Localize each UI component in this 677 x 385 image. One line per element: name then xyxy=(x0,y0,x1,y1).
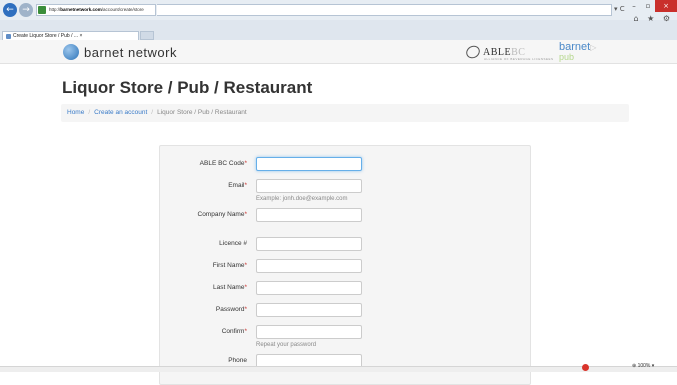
able-bc-logo-icon xyxy=(463,43,483,61)
registration-form: ABLE BC Code* Email* Example: jonh.doe@e… xyxy=(159,145,531,385)
breadcrumb: Home / Create an account / Liquor Store / Pu… xyxy=(61,104,629,122)
licence-label: Licence # xyxy=(219,240,247,247)
barnet-pub-logo[interactable]: barnet▷ pub xyxy=(559,42,596,62)
close-window-button[interactable]: × xyxy=(655,0,677,12)
tab-favicon-icon xyxy=(6,34,11,39)
address-bar[interactable]: http://barnetnetwork.com/account/create/… xyxy=(36,4,156,16)
new-tab-button[interactable] xyxy=(140,31,154,40)
able-code-label: ABLE BC Code* xyxy=(199,160,247,167)
site-logo-text[interactable]: barnet network xyxy=(84,45,177,60)
breadcrumb-separator: / xyxy=(151,109,154,116)
able-bc-subtitle: ALLIANCE OF BEVERAGE LICENSEES xyxy=(484,57,554,61)
breadcrumb-create-account[interactable]: Create an account xyxy=(94,109,147,116)
company-name-input[interactable] xyxy=(256,208,362,222)
breadcrumb-home[interactable]: Home xyxy=(67,109,84,116)
breadcrumb-current: Liquor Store / Pub / Restaurant xyxy=(157,109,247,116)
browser-titlebar: ← → http://barnetnetwork.com/account/cre… xyxy=(0,0,677,23)
url-prefix: http:// xyxy=(49,7,61,12)
refresh-icon[interactable]: ▾ C xyxy=(614,5,625,13)
pub-logo-tail: ▷ xyxy=(590,43,597,52)
barnet-logo-icon[interactable] xyxy=(63,44,79,60)
tab-title: Create Liquor Store / Pub / ... xyxy=(13,33,79,39)
address-bar-extension[interactable] xyxy=(157,4,612,16)
confirm-help: Repeat your password xyxy=(256,342,317,348)
back-icon: ← xyxy=(6,5,14,15)
last-name-input[interactable] xyxy=(256,281,362,295)
licence-input[interactable] xyxy=(256,237,362,251)
breadcrumb-separator: / xyxy=(88,109,91,116)
password-label: Password* xyxy=(215,306,247,313)
site-header: barnet network ABLEBC ALLIANCE OF BEVERA… xyxy=(0,40,677,64)
maximize-button[interactable]: ▫ xyxy=(641,0,655,12)
url-path: /account/create/store xyxy=(101,7,144,12)
pub-logo-bottom: pub xyxy=(559,52,575,62)
email-input[interactable] xyxy=(256,179,362,193)
url-domain: barnetnetwork.com xyxy=(60,7,102,12)
last-name-label: Last Name* xyxy=(213,284,247,291)
phone-label: Phone xyxy=(228,357,247,364)
able-code-input[interactable] xyxy=(256,157,362,171)
minimize-button[interactable]: – xyxy=(627,0,641,12)
browser-chrome: ← → http://barnetnetwork.com/account/cre… xyxy=(0,0,677,40)
window-controls: – ▫ × xyxy=(627,0,677,12)
confirm-label: Confirm* xyxy=(221,328,247,335)
tab-close-icon[interactable]: × xyxy=(79,33,82,39)
email-label: Email* xyxy=(228,182,247,189)
email-help: Example: jonh.doe@example.com xyxy=(256,196,348,202)
tab-bar: Create Liquor Store / Pub / ... × xyxy=(0,20,677,40)
status-bar xyxy=(0,366,677,372)
status-alert-icon[interactable] xyxy=(582,364,589,371)
password-input[interactable] xyxy=(256,303,362,317)
first-name-input[interactable] xyxy=(256,259,362,273)
confirm-password-input[interactable] xyxy=(256,325,362,339)
forward-button[interactable]: → xyxy=(19,3,33,17)
company-name-label: Company Name* xyxy=(197,211,248,218)
zoom-level[interactable]: ⊕ 100% ▾ xyxy=(632,363,654,369)
page-title: Liquor Store / Pub / Restaurant xyxy=(62,78,313,97)
first-name-label: First Name* xyxy=(212,262,247,269)
page-icon xyxy=(38,6,46,14)
able-bc-logo-text: ABLEBC xyxy=(483,46,526,58)
forward-icon: → xyxy=(22,5,30,15)
back-button[interactable]: ← xyxy=(3,3,17,17)
tab-create-store[interactable]: Create Liquor Store / Pub / ... × xyxy=(2,31,139,40)
